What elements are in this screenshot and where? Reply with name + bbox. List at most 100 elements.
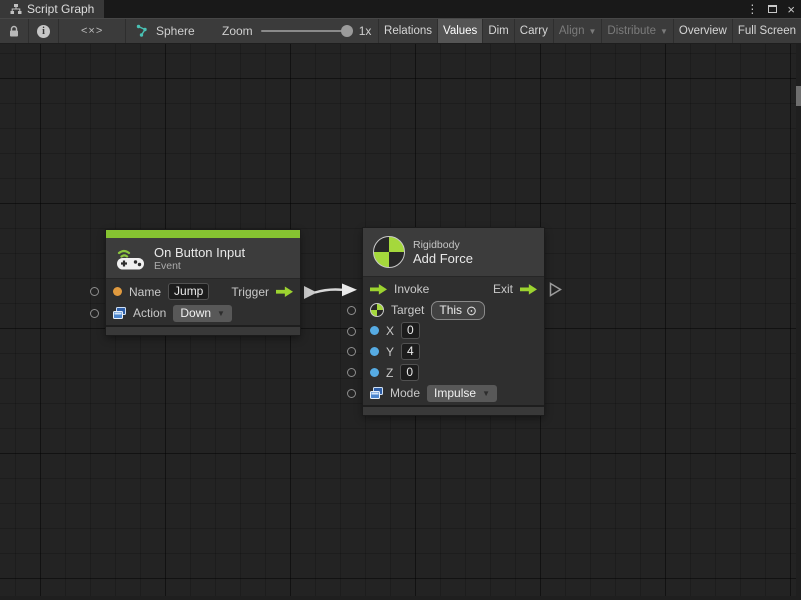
dim-button[interactable]: Dim xyxy=(482,19,513,43)
enum-icon xyxy=(113,307,126,319)
z-input-port[interactable] xyxy=(347,368,356,377)
script-graph-window: Script Graph ⋮ × i <×> xyxy=(0,0,801,600)
exit-output-port-icon[interactable] xyxy=(520,283,537,295)
toolbar: i <×> Sphere Zoom 1x Relations Valu xyxy=(0,18,801,44)
graph-canvas[interactable]: On Button Input Event Name Jump Trigger xyxy=(0,44,801,600)
chevron-down-icon: ▼ xyxy=(217,309,225,318)
enum-icon xyxy=(370,387,383,399)
z-label: Z xyxy=(386,366,393,380)
fullscreen-button[interactable]: Full Screen xyxy=(732,19,801,43)
target-row: Target This ⊙ xyxy=(363,300,544,321)
toolbar-left-group: i <×> xyxy=(0,19,126,43)
node-title: On Button Input xyxy=(154,245,245,260)
tab-bar: Script Graph ⋮ × xyxy=(0,0,801,18)
x-input-port[interactable] xyxy=(347,327,356,336)
y-input-port[interactable] xyxy=(347,347,356,356)
y-port-dot[interactable] xyxy=(370,347,379,356)
mode-dropdown[interactable]: Impulse ▼ xyxy=(427,385,497,402)
zoom-slider-handle[interactable] xyxy=(341,25,353,37)
rigidbody-port-icon[interactable] xyxy=(370,303,384,317)
trigger-output-port-icon[interactable] xyxy=(276,286,293,298)
y-label: Y xyxy=(386,345,394,359)
unit-node-header[interactable]: Rigidbody Add Force xyxy=(363,228,544,276)
align-button[interactable]: Align ▼ xyxy=(553,19,602,43)
exit-connection-stub-icon[interactable] xyxy=(549,282,562,297)
carry-label: Carry xyxy=(520,25,548,37)
tab-script-graph[interactable]: Script Graph xyxy=(0,0,104,18)
invoke-row: Invoke Exit xyxy=(363,279,544,300)
chevron-down-icon: ▼ xyxy=(482,389,490,398)
mode-input-port[interactable] xyxy=(347,389,356,398)
lock-button[interactable] xyxy=(0,19,29,43)
toolbar-right-group: Relations Values Dim Carry Align ▼ Distr… xyxy=(378,19,801,43)
horizontal-scrollbar[interactable] xyxy=(0,596,801,600)
carry-button[interactable]: Carry xyxy=(514,19,553,43)
target-self-button[interactable]: This ⊙ xyxy=(431,301,485,320)
invoke-label: Invoke xyxy=(394,282,429,296)
name-field[interactable]: Jump xyxy=(168,283,209,300)
x-label: X xyxy=(386,324,394,338)
invoke-input-port-icon[interactable] xyxy=(370,283,387,295)
values-label: Values xyxy=(443,25,477,37)
node-subtitle: Event xyxy=(154,260,245,272)
event-node-footer xyxy=(106,325,300,335)
z-row: Z 0 xyxy=(363,362,544,383)
z-port-dot[interactable] xyxy=(370,368,379,377)
rigidbody-icon xyxy=(373,236,405,268)
dim-label: Dim xyxy=(488,25,508,37)
z-field[interactable]: 0 xyxy=(400,364,419,381)
maximize-icon[interactable] xyxy=(768,5,777,13)
window-menu-icon[interactable]: ⋮ xyxy=(746,3,758,15)
object-picker-icon[interactable]: ⊙ xyxy=(466,304,477,317)
close-icon[interactable]: × xyxy=(787,3,795,16)
vertical-scrollbar[interactable] xyxy=(796,44,801,596)
graph-name: Sphere xyxy=(156,24,195,38)
overview-button[interactable]: Overview xyxy=(673,19,732,43)
event-node-header[interactable]: On Button Input Event xyxy=(106,238,300,278)
target-label: Target xyxy=(391,303,424,317)
unit-node-footer xyxy=(363,405,544,415)
unit-node-body: Invoke Exit Target This ⊙ xyxy=(363,276,544,405)
zoom-label: Zoom xyxy=(222,24,253,38)
x-port-dot[interactable] xyxy=(370,326,379,335)
name-port-dot[interactable] xyxy=(113,287,122,296)
vertical-scrollbar-thumb[interactable] xyxy=(796,86,801,106)
tab-title: Script Graph xyxy=(27,2,94,16)
relations-label: Relations xyxy=(384,25,432,37)
action-label: Action xyxy=(133,306,166,320)
zoom-slider[interactable] xyxy=(261,30,351,32)
node-supertitle: Rigidbody xyxy=(413,239,473,251)
name-row: Name Jump Trigger xyxy=(106,281,300,303)
lock-icon xyxy=(8,25,20,38)
event-node-body: Name Jump Trigger Action Down xyxy=(106,278,300,325)
name-input-port[interactable] xyxy=(90,287,99,296)
graph-breadcrumb[interactable]: Sphere xyxy=(136,19,195,43)
target-input-port[interactable] xyxy=(347,306,356,315)
x-row: X 0 xyxy=(363,321,544,342)
code-icon: <×> xyxy=(81,25,103,37)
values-button[interactable]: Values xyxy=(437,19,482,43)
action-input-port[interactable] xyxy=(90,309,99,318)
target-value: This xyxy=(439,303,462,317)
distribute-button[interactable]: Distribute ▼ xyxy=(601,19,673,43)
exit-label: Exit xyxy=(493,282,513,296)
mode-dropdown-value: Impulse xyxy=(434,386,476,400)
node-on-button-input[interactable]: On Button Input Event Name Jump Trigger xyxy=(106,230,300,335)
action-dropdown-value: Down xyxy=(180,306,211,320)
inspect-button[interactable]: i xyxy=(29,19,59,43)
x-field[interactable]: 0 xyxy=(401,322,420,339)
chevron-down-icon: ▼ xyxy=(660,27,668,36)
relations-button[interactable]: Relations xyxy=(378,19,437,43)
window-controls: ⋮ × xyxy=(746,0,795,18)
node-rigidbody-add-force[interactable]: Rigidbody Add Force Invoke Exit Target xyxy=(363,228,544,415)
edit-source-button[interactable]: <×> xyxy=(59,19,126,43)
y-row: Y 4 xyxy=(363,341,544,362)
info-icon: i xyxy=(37,25,50,38)
action-dropdown[interactable]: Down ▼ xyxy=(173,305,232,322)
distribute-label: Distribute xyxy=(607,25,656,37)
mode-label: Mode xyxy=(390,386,420,400)
script-graph-asset-icon xyxy=(136,24,150,38)
zoom-value: 1x xyxy=(359,24,372,38)
y-field[interactable]: 4 xyxy=(401,343,420,360)
event-accent-bar xyxy=(106,230,300,238)
